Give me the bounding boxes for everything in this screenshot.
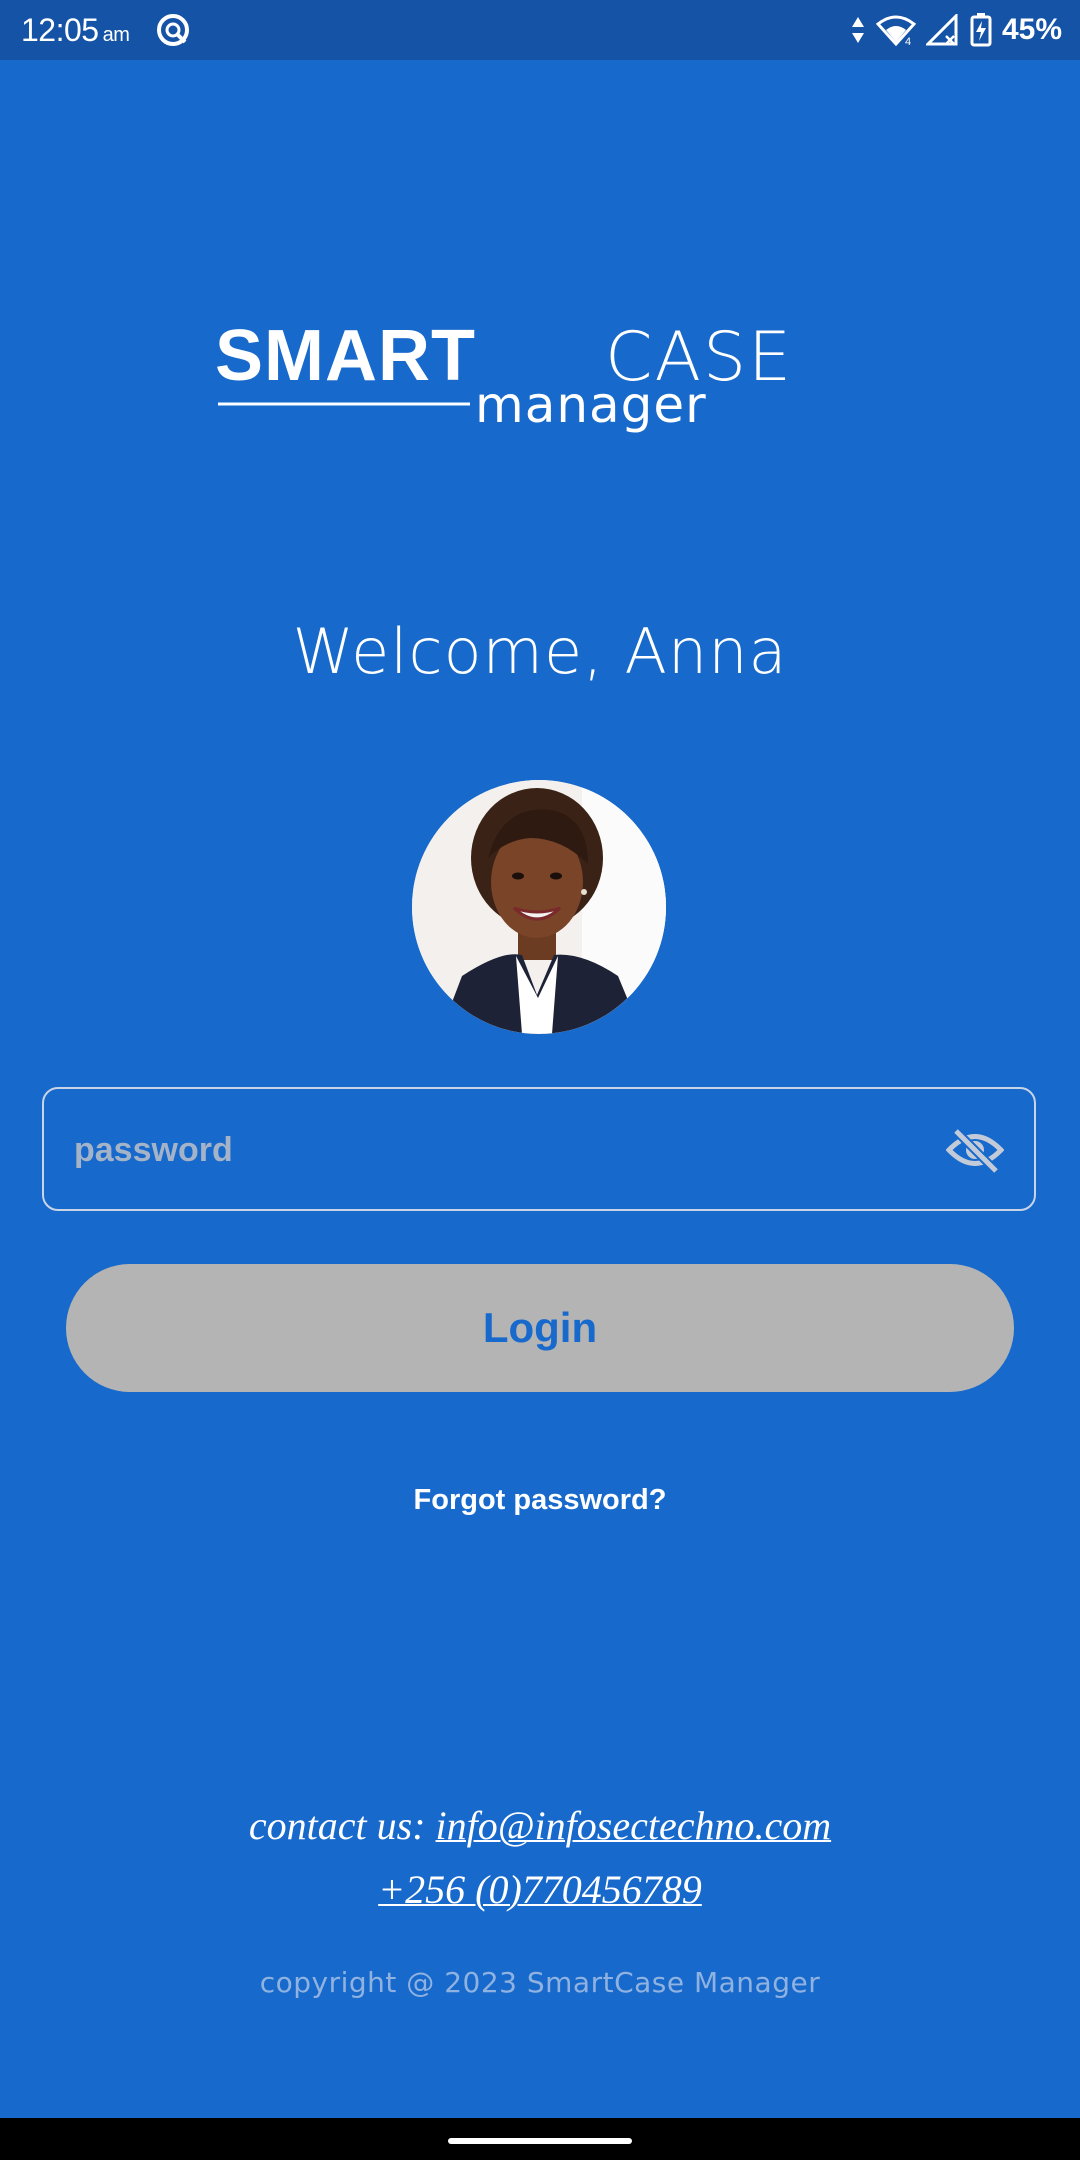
data-arrows-icon [851, 17, 864, 43]
logo-word-manager: manager [475, 376, 707, 434]
forgot-password-link[interactable]: Forgot password? [0, 1484, 1080, 1517]
password-field-container [42, 1087, 1036, 1211]
status-time: 12:05 am [21, 12, 130, 49]
svg-text:4: 4 [905, 36, 911, 46]
logo-word-smart: SMART [215, 318, 476, 396]
contact-prefix: contact us: [248, 1803, 436, 1848]
smartcase-manager-logo: SMART CASE manager [215, 318, 791, 434]
eye-off-icon[interactable] [946, 1127, 1004, 1173]
contact-email-link[interactable]: info@infosectechno.com [436, 1803, 832, 1848]
wifi-icon: 4 [875, 15, 916, 46]
battery-percent: 45% [1001, 13, 1062, 46]
copyright-text: copyright @ 2023 SmartCase Manager [259, 1966, 821, 1999]
home-gesture-handle[interactable] [448, 2138, 632, 2144]
app-notification-icon [157, 14, 189, 46]
contact-phone: +256 (0)770456789 [0, 1866, 1080, 1913]
password-input[interactable] [72, 1089, 936, 1211]
status-icons: 4 45% [850, 10, 1062, 50]
avatar [412, 780, 666, 1034]
navigation-bar [0, 2118, 1080, 2160]
status-time-ampm: am [102, 24, 130, 46]
cell-signal-icon [925, 14, 958, 46]
battery-charging-icon [970, 13, 992, 47]
user-avatar-photo-icon [412, 780, 666, 1034]
login-button[interactable]: Login [66, 1264, 1014, 1392]
status-bar: 12:05 am 4 45% [0, 0, 1080, 60]
contact-phone-link[interactable]: +256 (0)770456789 [378, 1867, 702, 1912]
status-time-value: 12:05 [21, 12, 99, 48]
login-screen: 12:05 am 4 45% SMART CASE manager Welcom… [0, 0, 1080, 2160]
welcome-heading: Welcome, Anna [292, 615, 788, 688]
contact-line: contact us: info@infosectechno.com [0, 1802, 1080, 1849]
